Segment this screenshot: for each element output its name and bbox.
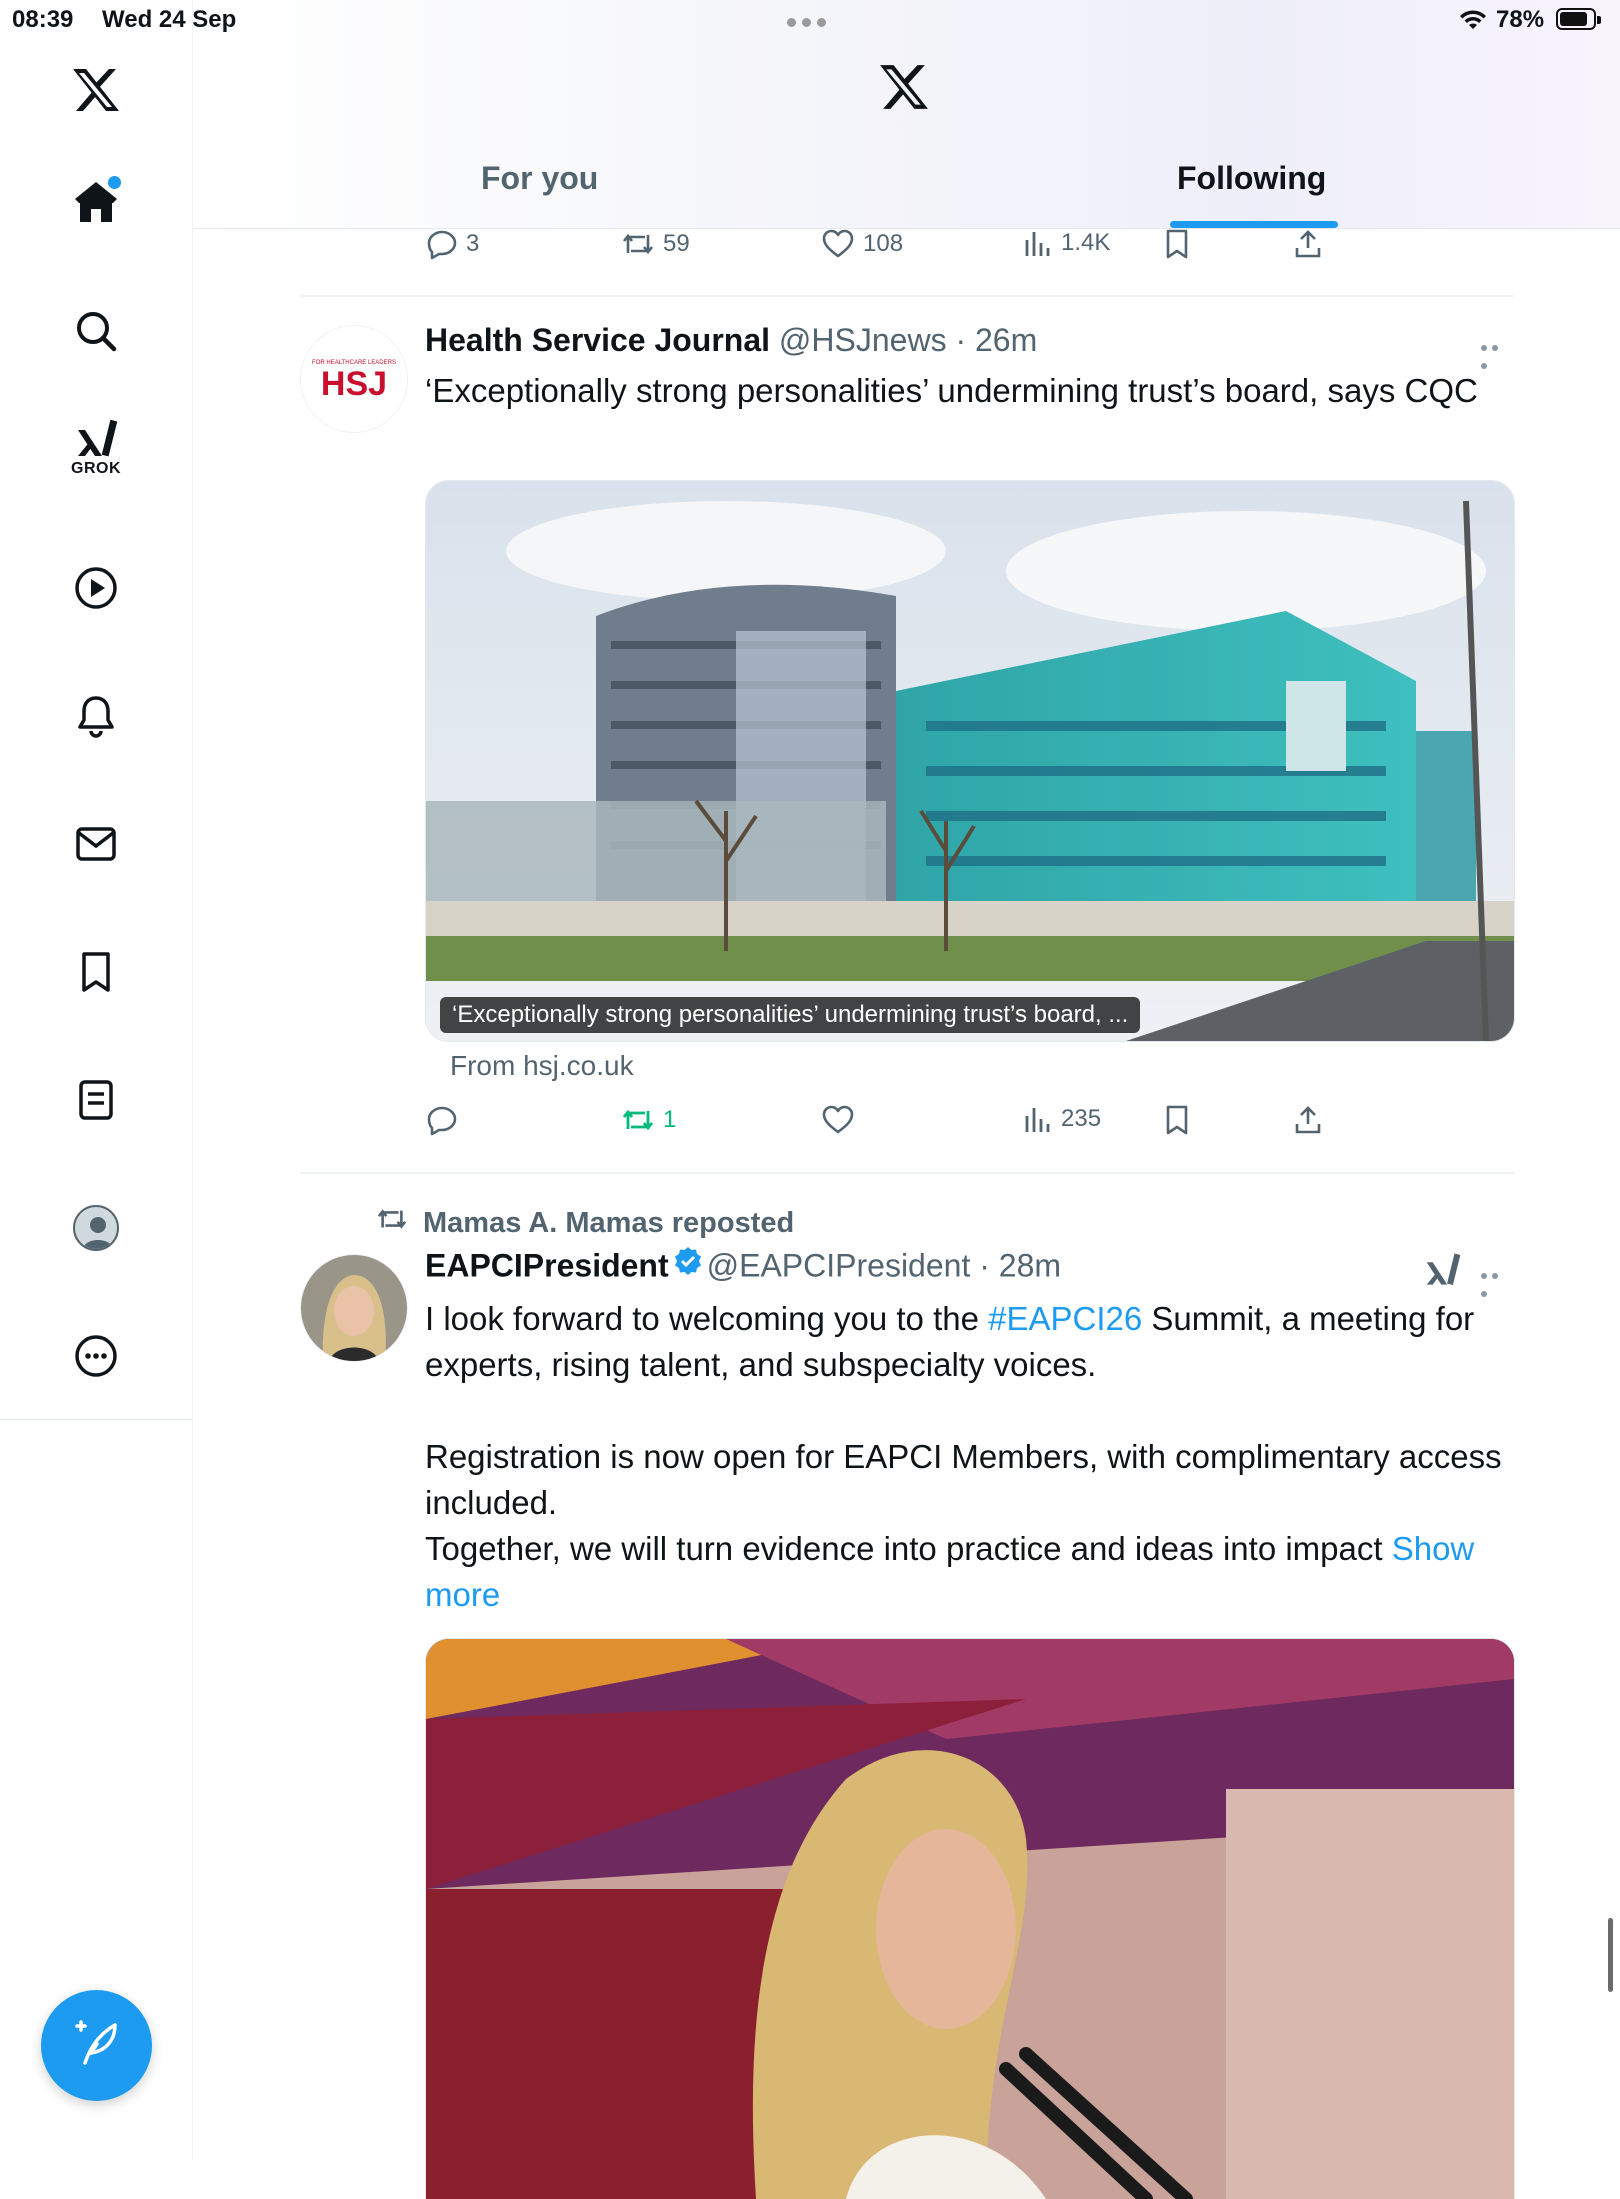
reply-count: 3 [466, 230, 480, 257]
sidebar-item-home[interactable] [56, 162, 136, 242]
post-time[interactable]: · 26m [955, 322, 1037, 358]
timeline: 3 59 108 1.4K FOR HEALTHCARE LEADERS HSJ [193, 0, 1620, 2199]
sidebar-item-bookmarks[interactable] [56, 932, 136, 1012]
grok-icon[interactable] [1425, 1252, 1461, 1293]
list-icon [73, 1077, 119, 1123]
bell-icon [73, 693, 119, 739]
card-caption: ‘Exceptionally strong personalities’ und… [440, 997, 1141, 1033]
post-actions: 1 235 [426, 1104, 1620, 1144]
post-image[interactable] [425, 1638, 1515, 2199]
more-options-icon[interactable] [1481, 1266, 1511, 1297]
author-handle[interactable]: @HSJnews [779, 322, 947, 358]
compose-icon [71, 2017, 123, 2074]
post-time[interactable]: · 28m [979, 1247, 1061, 1283]
battery-icon [1556, 8, 1601, 30]
post-header: Health Service Journal @HSJnews · 26m [425, 322, 1037, 359]
sidebar-divider [0, 1419, 192, 1420]
post-actions-previous: 3 59 108 1.4K [426, 228, 1620, 268]
sidebar-item-profile[interactable] [56, 1188, 136, 1268]
status-time: 08:39 [12, 6, 74, 33]
sidebar-item-messages[interactable] [56, 804, 136, 884]
reply-button[interactable]: 3 [426, 228, 479, 260]
sidebar: GROK [0, 0, 193, 2160]
sidebar-item-explore[interactable] [56, 291, 136, 371]
more-options-icon[interactable] [1481, 338, 1511, 369]
sidebar-item-lists[interactable] [56, 1060, 136, 1140]
status-date: Wed 24 Sep [102, 6, 237, 33]
repost-button[interactable]: 1 [621, 1104, 676, 1136]
like-button[interactable] [821, 1104, 855, 1136]
repost-button[interactable]: 59 [621, 228, 690, 260]
sidebar-item-notifications[interactable] [56, 676, 136, 756]
reposted-by: Mamas A. Mamas reposted [423, 1206, 795, 1239]
verified-badge-icon [673, 1246, 703, 1284]
grok-label: GROK [71, 460, 121, 477]
hashtag-link[interactable]: #EAPCI26 [988, 1300, 1142, 1337]
x-logo-icon[interactable] [878, 62, 930, 117]
wifi-icon [1458, 7, 1488, 36]
tab-following[interactable]: Following [1177, 160, 1326, 197]
scrollbar[interactable] [1608, 1918, 1613, 1992]
active-tab-indicator [1170, 221, 1338, 228]
views-count: 235 [1061, 1105, 1102, 1132]
post-header: EAPCIPresident @EAPCIPresident · 28m [425, 1246, 1061, 1290]
post-text-paragraph: Together, we will turn evidence into pra… [425, 1530, 1383, 1567]
notification-dot [106, 174, 123, 191]
repost-icon [375, 1204, 409, 1242]
share-button[interactable] [1292, 228, 1324, 260]
post-text: ‘Exceptionally strong personalities’ und… [425, 372, 1478, 409]
sidebar-item-more[interactable] [56, 1316, 136, 1396]
grok-icon [76, 418, 118, 460]
like-count: 108 [863, 230, 904, 257]
status-bar: 08:39 Wed 24 Sep 78% [0, 0, 1620, 40]
like-button[interactable]: 108 [821, 228, 903, 260]
bookmark-icon [73, 949, 119, 995]
mail-icon [73, 821, 119, 867]
author-name[interactable]: EAPCIPresident [425, 1247, 669, 1283]
bookmark-button[interactable] [1162, 228, 1192, 260]
play-icon [73, 565, 119, 611]
hospital-photo [426, 481, 1514, 1041]
views-count: 1.4K [1061, 229, 1111, 256]
reply-button[interactable] [426, 1104, 458, 1136]
tab-for-you[interactable]: For you [481, 160, 598, 197]
avatar [73, 1205, 119, 1251]
multitasking-dots-icon[interactable] [787, 14, 835, 27]
post-text-part: I look forward to welcoming you to the [425, 1300, 989, 1337]
card-source-link[interactable]: From hsj.co.uk [450, 1050, 634, 1082]
repost-count: 1 [663, 1106, 677, 1133]
post-text: I look forward to welcoming you to the #… [425, 1296, 1515, 1618]
x-logo-icon[interactable] [56, 50, 136, 130]
sidebar-item-video[interactable] [56, 548, 136, 628]
speaker-photo [426, 1639, 1514, 2199]
link-card-image[interactable]: ‘Exceptionally strong personalities’ und… [425, 480, 1515, 1042]
bookmark-button[interactable] [1162, 1104, 1192, 1136]
post-text-paragraph: Registration is now open for EAPCI Membe… [425, 1438, 1502, 1521]
compose-button[interactable] [41, 1990, 152, 2101]
battery-percent: 78% [1496, 6, 1545, 33]
avatar-hsj[interactable]: FOR HEALTHCARE LEADERS HSJ [300, 325, 408, 433]
author-name[interactable]: Health Service Journal [425, 322, 770, 358]
author-handle[interactable]: @EAPCIPresident [707, 1247, 971, 1283]
share-button[interactable] [1292, 1104, 1324, 1136]
post-separator [300, 295, 1514, 297]
avatar-eapci[interactable] [300, 1254, 408, 1362]
search-icon [74, 309, 118, 353]
views-button[interactable]: 235 [1023, 1104, 1101, 1134]
avatar-logo-text: HSJ [321, 365, 387, 403]
repost-count: 59 [663, 230, 690, 257]
views-button[interactable]: 1.4K [1023, 228, 1110, 258]
sidebar-item-grok[interactable]: GROK [56, 410, 136, 500]
repost-indicator[interactable]: Mamas A. Mamas reposted [375, 1204, 794, 1242]
more-icon [73, 1333, 119, 1379]
post-separator [300, 1172, 1514, 1174]
